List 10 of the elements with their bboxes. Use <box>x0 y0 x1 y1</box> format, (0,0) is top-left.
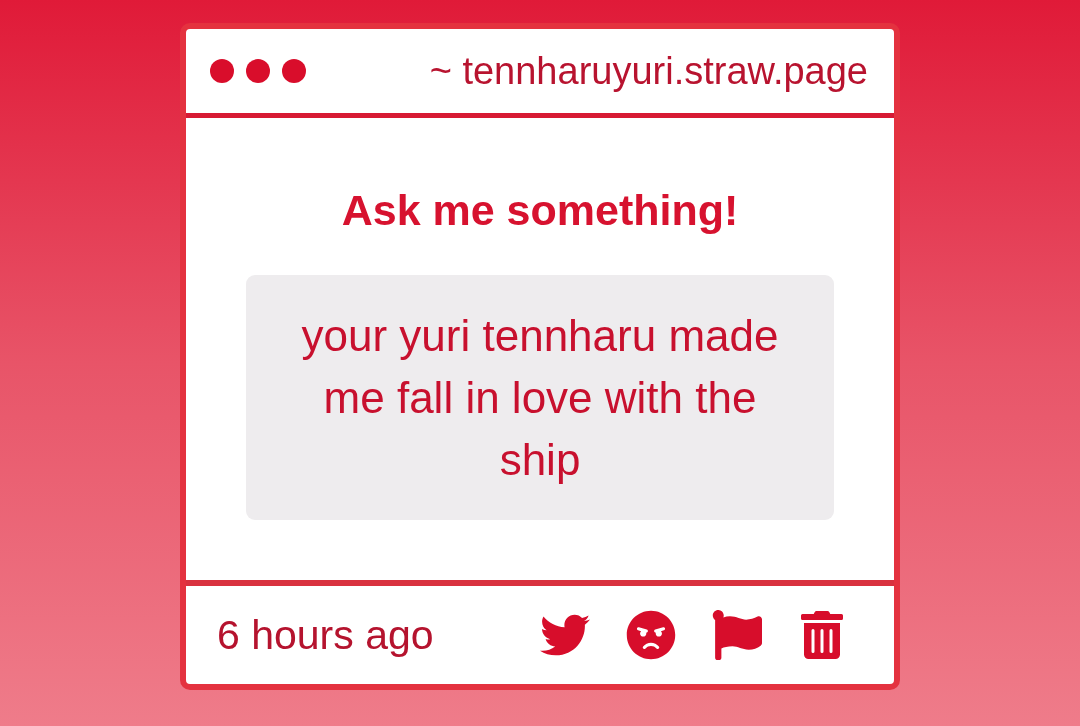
window-title: ~ tennharuyuri.straw.page <box>429 49 868 93</box>
window-dot-icon <box>246 59 270 83</box>
flag-icon[interactable] <box>712 610 762 660</box>
window-dot-icon <box>210 59 234 83</box>
trash-icon[interactable] <box>798 611 846 659</box>
window-dot-icon <box>282 59 306 83</box>
angry-face-icon[interactable] <box>626 610 676 660</box>
question-text: your yuri tennharu made me fall in love with the ship <box>300 309 780 486</box>
page-heading: Ask me something! <box>341 185 739 235</box>
timestamp: 6 hours ago <box>217 611 434 659</box>
